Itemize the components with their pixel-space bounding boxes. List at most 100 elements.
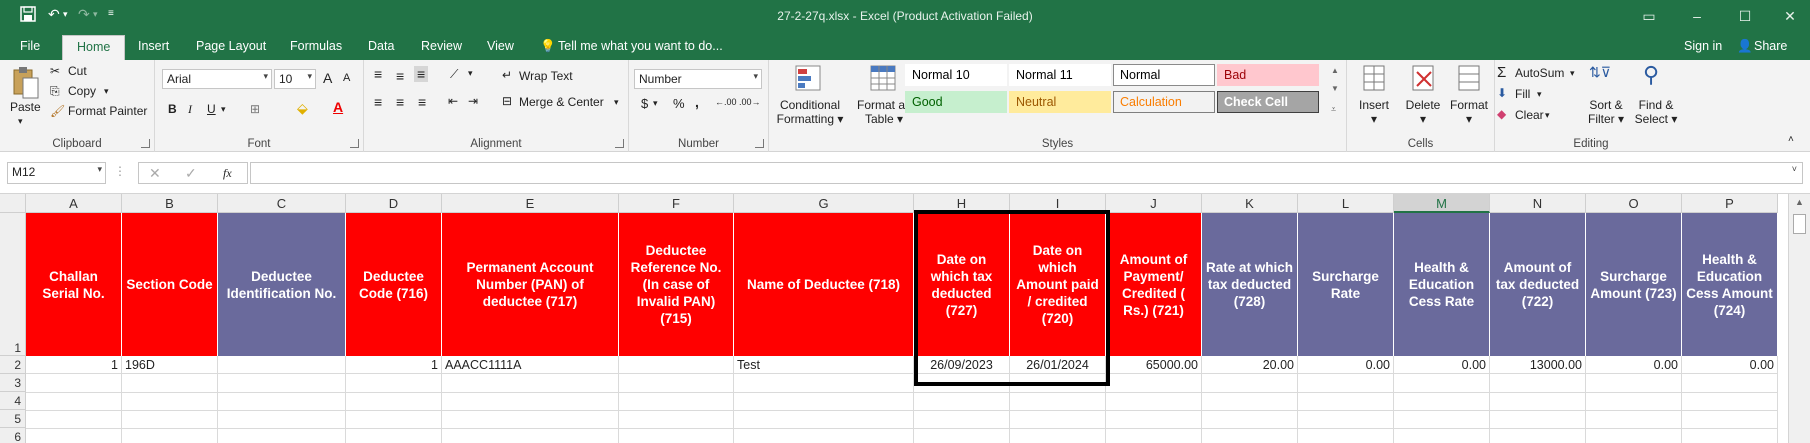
- row-header-1[interactable]: 1: [0, 213, 26, 356]
- merge-center-button[interactable]: Merge & Center: [519, 95, 604, 109]
- comma-icon[interactable]: ,: [695, 94, 699, 110]
- style-normal-10[interactable]: Normal 10: [905, 64, 1007, 86]
- merge-dropdown-icon[interactable]: ▾: [614, 97, 619, 108]
- column-header-b[interactable]: B: [122, 194, 218, 213]
- formula-bar-options-icon[interactable]: ⋮: [114, 164, 126, 178]
- format-cells-icon[interactable]: [1457, 64, 1481, 95]
- gallery-more-icon[interactable]: ⩡: [1331, 104, 1336, 115]
- row-header-2[interactable]: 2: [0, 356, 26, 374]
- row-header-4[interactable]: 4: [0, 392, 26, 410]
- fill-icon[interactable]: ⬇: [1497, 86, 1507, 100]
- font-size-combo[interactable]: 10 ▾: [274, 69, 316, 89]
- header-cell-g1[interactable]: Name of Deductee (718): [734, 213, 914, 356]
- alignment-launcher-icon[interactable]: [615, 139, 624, 148]
- column-header-e[interactable]: E: [442, 194, 619, 213]
- copy-button[interactable]: Copy: [68, 84, 96, 98]
- tab-home[interactable]: Home: [62, 35, 126, 60]
- header-cell-e1[interactable]: Permanent Account Number (PAN) of deduct…: [442, 213, 619, 356]
- header-cell-n1[interactable]: Amount of tax deducted (722): [1490, 213, 1586, 356]
- paste-dropdown-icon[interactable]: ▾: [18, 116, 23, 127]
- header-cell-o1[interactable]: Surcharge Amount (723): [1586, 213, 1682, 356]
- share-icon[interactable]: 👤: [1737, 39, 1753, 54]
- cancel-icon[interactable]: ✕: [149, 165, 161, 182]
- cut-button[interactable]: Cut: [68, 64, 87, 78]
- column-header-p[interactable]: P: [1682, 194, 1778, 213]
- scrollbar-thumb[interactable]: [1793, 214, 1806, 234]
- fill-color-icon[interactable]: ⬙: [297, 100, 308, 117]
- column-header-k[interactable]: K: [1202, 194, 1298, 213]
- scroll-up-icon[interactable]: ▲: [1795, 197, 1804, 207]
- tab-data[interactable]: Data: [368, 39, 394, 53]
- cell-k2[interactable]: 20.00: [1202, 356, 1298, 374]
- format-painter-icon[interactable]: 🖌: [50, 104, 65, 118]
- wrap-text-icon[interactable]: ↵: [502, 68, 512, 82]
- clear-dropdown-icon[interactable]: ▾: [1545, 110, 1550, 121]
- column-header-j[interactable]: J: [1106, 194, 1202, 213]
- header-cell-p1[interactable]: Health & Education Cess Amount (724): [1682, 213, 1778, 356]
- autosum-dropdown-icon[interactable]: ▾: [1570, 68, 1575, 79]
- font-color-icon[interactable]: A: [333, 99, 343, 115]
- cell-j2[interactable]: 65000.00: [1106, 356, 1202, 374]
- cell-p2[interactable]: 0.00: [1682, 356, 1778, 374]
- maximize-icon[interactable]: ☐: [1731, 4, 1759, 28]
- underline-dropdown-icon[interactable]: ▾: [221, 104, 226, 115]
- delete-cells-button[interactable]: Delete ▾: [1399, 98, 1447, 126]
- column-header-f[interactable]: F: [619, 194, 734, 213]
- header-cell-k1[interactable]: Rate at which tax deducted (728): [1202, 213, 1298, 356]
- autosum-icon[interactable]: Σ: [1497, 64, 1506, 81]
- column-header-o[interactable]: O: [1586, 194, 1682, 213]
- column-header-l[interactable]: L: [1298, 194, 1394, 213]
- tab-file[interactable]: File: [20, 39, 40, 53]
- column-header-a[interactable]: A: [26, 194, 122, 213]
- increase-decimal-icon[interactable]: ←.00: [715, 97, 737, 107]
- number-format-combo[interactable]: Number ▾: [634, 69, 762, 89]
- cell-d2[interactable]: 1: [346, 356, 442, 374]
- cell-a2[interactable]: 1: [26, 356, 122, 374]
- cell-l2[interactable]: 0.00: [1298, 356, 1394, 374]
- cell-e2[interactable]: AAACC1111A: [442, 356, 619, 374]
- paste-label[interactable]: Paste: [10, 100, 41, 114]
- row-header-6[interactable]: 6: [0, 428, 26, 443]
- style-bad[interactable]: Bad: [1217, 64, 1319, 86]
- insert-cells-button[interactable]: Insert ▾: [1349, 98, 1399, 126]
- header-cell-c1[interactable]: Deductee Identification No.: [218, 213, 346, 356]
- fill-dropdown-icon[interactable]: ▾: [1537, 89, 1542, 100]
- number-launcher-icon[interactable]: [755, 139, 764, 148]
- merge-center-icon[interactable]: ⊟: [502, 94, 512, 108]
- sort-filter-icon[interactable]: ⇅⊽: [1589, 64, 1611, 81]
- style-normal[interactable]: Normal: [1113, 64, 1215, 86]
- insert-function-icon[interactable]: fx: [223, 166, 232, 181]
- orientation-icon[interactable]: ⟋: [450, 67, 458, 82]
- align-top-icon[interactable]: ≡: [374, 66, 382, 82]
- tab-view[interactable]: View: [487, 39, 514, 53]
- enter-icon[interactable]: ✓: [185, 165, 197, 182]
- orientation-dropdown-icon[interactable]: ▾: [468, 68, 473, 79]
- header-cell-d1[interactable]: Deductee Code (716): [346, 213, 442, 356]
- column-header-c[interactable]: C: [218, 194, 346, 213]
- copy-icon[interactable]: ⎘: [50, 84, 60, 99]
- font-launcher-icon[interactable]: [350, 139, 359, 148]
- cell-o2[interactable]: 0.00: [1586, 356, 1682, 374]
- tab-formulas[interactable]: Formulas: [290, 39, 342, 53]
- align-left-icon[interactable]: ≡: [374, 94, 382, 110]
- header-cell-f1[interactable]: Deductee Reference No. (In case of Inval…: [619, 213, 734, 356]
- sign-in-link[interactable]: Sign in: [1684, 39, 1722, 53]
- close-icon[interactable]: ✕: [1776, 4, 1804, 28]
- cell-b2[interactable]: 196D: [122, 356, 218, 374]
- tab-review[interactable]: Review: [421, 39, 462, 53]
- header-cell-j1[interactable]: Amount of Payment/ Credited ( Rs.) (721): [1106, 213, 1202, 356]
- format-cells-button[interactable]: Format ▾: [1445, 98, 1493, 126]
- find-select-button[interactable]: Find & Select ▾: [1631, 98, 1681, 126]
- style-normal-11[interactable]: Normal 11: [1009, 64, 1111, 86]
- cell-n2[interactable]: 13000.00: [1490, 356, 1586, 374]
- cell-f2[interactable]: [619, 356, 734, 374]
- conditional-formatting-button[interactable]: Conditional Formatting ▾: [771, 98, 849, 126]
- copy-dropdown-icon[interactable]: ▾: [104, 86, 109, 97]
- paste-icon[interactable]: [12, 66, 40, 103]
- cell-c2[interactable]: [218, 356, 346, 374]
- vertical-scrollbar[interactable]: ▲: [1788, 194, 1810, 443]
- column-header-n[interactable]: N: [1490, 194, 1586, 213]
- wrap-text-button[interactable]: Wrap Text: [519, 69, 573, 83]
- collapse-ribbon-icon[interactable]: ˄: [1788, 134, 1794, 145]
- clear-button[interactable]: Clear: [1515, 108, 1544, 122]
